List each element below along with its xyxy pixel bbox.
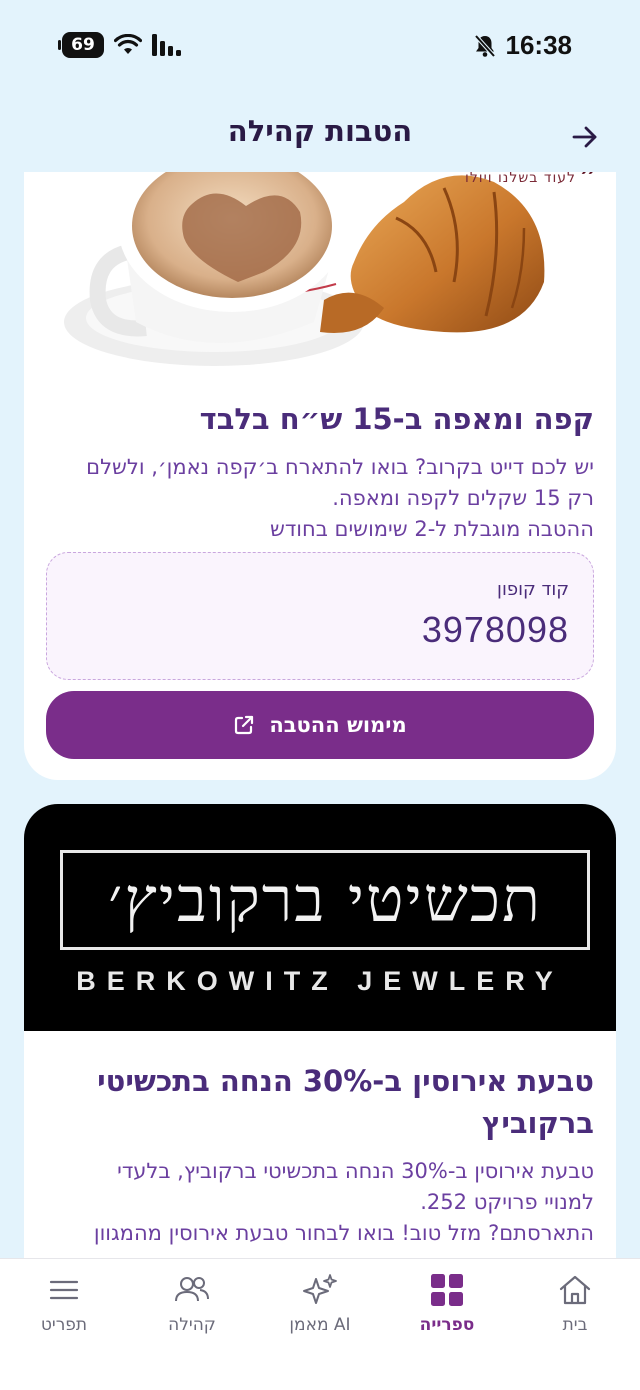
menu-icon [49,1280,79,1300]
library-grid-icon [431,1274,463,1306]
wifi-icon [114,34,142,54]
offer-title: קפה ומאפה ב-15 ש״ח בלבד [199,402,594,436]
battery-indicator: 69 [58,32,104,58]
tab-menu[interactable]: תפריט [9,1273,119,1343]
tab-community[interactable]: קהילה [137,1273,247,1343]
logo-hebrew-text: תכשיטי ברקוביץ׳ [108,863,542,936]
offer-description-line: התארסתם? מזל טוב! בואו לבחור טבעת אירוסי… [93,1221,594,1245]
tab-library[interactable]: ספרייה [392,1273,502,1343]
offer-description: יש לכם דייט בקרוב? בואו להתארח ב׳קפה נאמ… [44,452,594,545]
offer-description-line: רק 15 שקלים לקפה ומאפה. [332,486,594,510]
back-arrow-icon[interactable] [570,122,600,152]
battery-level: 69 [71,35,95,55]
status-time: 16:38 [505,30,573,60]
tab-label: בית [562,1315,588,1335]
status-bar: 69 16:38 [0,0,640,96]
offer-description-line: למנויי פרויקט 252. [420,1190,594,1214]
coupon-code[interactable]: 3978098 [422,609,569,651]
tab-label: קהילה [168,1315,216,1335]
tab-home[interactable]: בית [520,1273,630,1343]
logo-frame: תכשיטי ברקוביץ׳ [60,850,590,950]
tab-label: מאמן AI [289,1315,351,1335]
offer-logo-berkowitz: תכשיטי ברקוביץ׳ BERKOWITZ JEWLERY [24,804,616,1031]
tab-ai-coach[interactable]: מאמן AI [265,1273,375,1343]
brand-tagline: לעוד בשלנו ויולו [465,172,576,186]
bottom-tab-bar: בית ספרייה מאמן AI קהילה תפריט [0,1258,640,1390]
external-link-icon [235,715,254,735]
brand-logo-mark: ״ [579,172,598,190]
home-icon [559,1275,591,1305]
redeem-offer-button[interactable]: מימוש ההטבה [46,691,594,759]
redeem-offer-label: מימוש ההטבה [269,713,407,737]
offer-title: טבעת אירוסין ב-30% הנחה בתכשיטי ברקוביץ [46,1060,594,1144]
offer-card: לעוד בשלנו ויולו ״ קפה ומאפה ב-15 ש״ח בל… [24,172,616,780]
logo-english-text: BERKOWITZ JEWLERY [76,966,564,996]
community-icon [175,1277,209,1302]
offer-title-line: טבעת אירוסין ב-30% הנחה בתכשיטי [97,1064,594,1098]
offer-description: טבעת אירוסין ב-30% הנחה בתכשיטי ברקוביץ,… [44,1156,594,1249]
coupon-label: קוד קופון [497,579,569,600]
offers-list[interactable]: לעוד בשלנו ויולו ״ קפה ומאפה ב-15 ש״ח בל… [0,172,640,1258]
status-time-group: 16:38 [474,30,573,61]
offer-title-line: ברקוביץ [482,1106,594,1140]
coupon-box[interactable]: קוד קופון 3978098 [46,552,594,680]
offer-image-coffee-pastry: לעוד בשלנו ויולו ״ [24,172,616,366]
status-indicators: 69 [58,32,184,58]
cellular-signal-icon [152,34,181,56]
coffee-croissant-illustration [64,172,545,366]
offer-description-line: טבעת אירוסין ב-30% הנחה בתכשיטי ברקוביץ,… [117,1159,594,1183]
bell-muted-icon [474,34,495,57]
tab-label: ספרייה [419,1315,475,1335]
page-header: הטבות קהילה [0,108,640,164]
tab-label: תפריט [40,1315,88,1335]
offer-description-line: ההטבה מוגבלת ל-2 שימושים בחודש [269,517,594,541]
page-title: הטבות קהילה [227,114,413,148]
sparkles-icon [303,1274,337,1304]
offer-description-line: יש לכם דייט בקרוב? בואו להתארח ב׳קפה נאמ… [86,455,594,479]
offer-card: תכשיטי ברקוביץ׳ BERKOWITZ JEWLERY טבעת א… [24,804,616,1258]
